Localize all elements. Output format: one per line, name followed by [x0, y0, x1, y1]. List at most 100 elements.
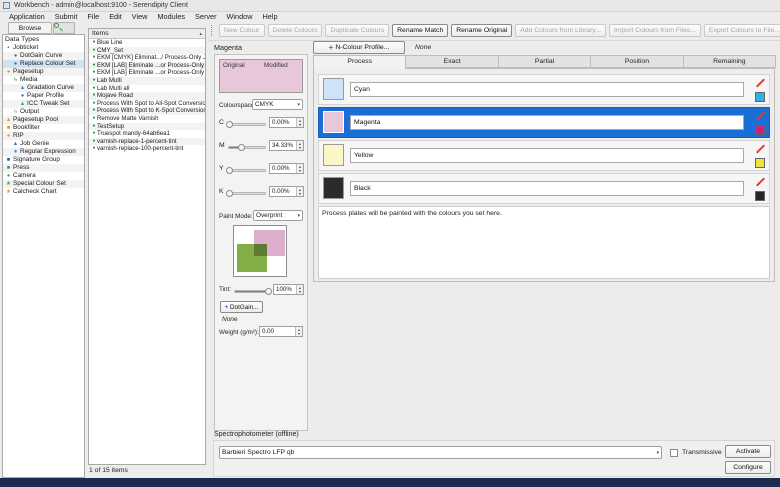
- tree-item[interactable]: ∗ Regular Expression: [3, 148, 84, 156]
- list-item[interactable]: Lab Multi all: [89, 85, 205, 93]
- tab[interactable]: Remaining: [682, 55, 777, 68]
- toolbar-button[interactable]: Rename Original: [451, 24, 513, 37]
- slider-handle[interactable]: [226, 121, 233, 128]
- toolbar-button[interactable]: Import Colours from Files...: [608, 24, 701, 37]
- spinner-buttons[interactable]: ▴ ▾: [296, 118, 303, 127]
- tree-item[interactable]: ▲ Job Genie: [3, 140, 84, 148]
- tree-item[interactable]: ↳ Output: [3, 108, 84, 116]
- toolbar-button[interactable]: Rename Match: [392, 24, 449, 37]
- toolbar-button[interactable]: New Colour: [219, 24, 265, 37]
- tree-item[interactable]: ■ Bookfilter: [3, 124, 84, 132]
- channel-value-field[interactable]: 0.00% ▴ ▾: [269, 163, 304, 174]
- toolbar-button[interactable]: Export Colours to File...: [703, 24, 780, 37]
- menu-item[interactable]: Application: [4, 12, 50, 22]
- list-item[interactable]: EKM [LAB] Eliminate ...or Process-Only J…: [89, 69, 205, 77]
- sort-ascending-icon[interactable]: ▴: [199, 31, 202, 37]
- spectro-device-select[interactable]: Barbieri Spectro LFP qb ▾: [219, 446, 662, 459]
- colour-chip[interactable]: [755, 92, 765, 102]
- tab[interactable]: Position: [590, 55, 684, 68]
- colour-chip[interactable]: [755, 125, 765, 135]
- tree-item[interactable]: ▲ ICC Tweak Set: [3, 100, 84, 108]
- weight-value-field[interactable]: 0.00 ▴ ▾: [259, 326, 303, 337]
- list-item[interactable]: Mojave Road: [89, 92, 205, 100]
- tree-item[interactable]: ▪ Jobticket: [3, 44, 84, 52]
- tree-item[interactable]: ■ Signature Group: [3, 156, 84, 164]
- slider-handle[interactable]: [226, 167, 233, 174]
- paint-mode-select[interactable]: Overprint ▾: [253, 210, 303, 221]
- menu-item[interactable]: Edit: [104, 12, 127, 22]
- menu-item[interactable]: View: [127, 12, 153, 22]
- colourspace-select[interactable]: CMYK ▾: [252, 99, 303, 110]
- edit-colour-icon[interactable]: [754, 176, 766, 187]
- channel-slider[interactable]: [228, 144, 266, 151]
- spinner-buttons[interactable]: ▴ ▾: [296, 164, 303, 173]
- colour-chip[interactable]: [755, 158, 765, 168]
- spinner-buttons[interactable]: ▴ ▾: [296, 285, 303, 294]
- menu-item[interactable]: File: [82, 12, 104, 22]
- toolbar-drag-handle[interactable]: [211, 25, 214, 36]
- list-item[interactable]: varnish-replace-1-percent-tint: [89, 137, 205, 146]
- n-colour-profile-button[interactable]: + N-Colour Profile...: [313, 41, 405, 54]
- colour-chip[interactable]: [755, 191, 765, 201]
- list-item[interactable]: Blue Line: [89, 39, 205, 47]
- tab[interactable]: Partial: [497, 55, 592, 68]
- tree-item[interactable]: ● DotGain Curve: [3, 52, 84, 60]
- list-item[interactable]: Truespot mandy-64ab6ea1: [89, 130, 205, 138]
- channel-slider[interactable]: [226, 167, 266, 174]
- list-item[interactable]: Remove Matte Varnish: [89, 115, 205, 123]
- toolbar-button[interactable]: Add Colours from Library...: [515, 24, 606, 37]
- channel-slider[interactable]: [226, 190, 266, 197]
- list-item[interactable]: EKM [CMYK] Eliminat.../ Process-Only Job…: [89, 54, 205, 62]
- spinner-buttons[interactable]: ▴ ▾: [296, 141, 303, 150]
- tab-browse[interactable]: Browse: [8, 22, 52, 34]
- tree-item[interactable]: ★ Calcheck Chart: [3, 188, 84, 196]
- edit-colour-icon[interactable]: [754, 110, 766, 121]
- list-item[interactable]: varnish-replace-100-percent-tint: [89, 145, 205, 153]
- menu-item[interactable]: Submit: [50, 12, 83, 22]
- spinner-buttons[interactable]: ▴ ▾: [295, 327, 302, 336]
- menu-item[interactable]: Modules: [152, 12, 190, 22]
- menu-item[interactable]: Server: [190, 12, 222, 22]
- slider-handle[interactable]: [238, 144, 246, 151]
- toolbar-button[interactable]: Delete Colours: [267, 24, 323, 37]
- channel-value-field[interactable]: 34.33% ▴ ▾: [269, 140, 304, 151]
- menu-item[interactable]: Help: [258, 12, 283, 22]
- tree-item[interactable]: ↳ Media: [3, 76, 84, 84]
- tint-value-field[interactable]: 100% ▴ ▾: [273, 284, 304, 295]
- tint-slider[interactable]: [234, 288, 272, 295]
- list-item[interactable]: Process With Spot to K-Spot Conversion: [89, 107, 205, 115]
- slider-handle[interactable]: [226, 190, 233, 197]
- configure-button[interactable]: Configure: [725, 461, 771, 474]
- list-item[interactable]: EKM [LAB] Eliminate ...or Process-Only J…: [89, 61, 205, 70]
- colour-name-input[interactable]: [350, 181, 744, 196]
- channel-slider[interactable]: [226, 121, 266, 128]
- tab[interactable]: Process: [313, 55, 407, 69]
- colour-name-input[interactable]: [350, 148, 744, 163]
- transmissive-checkbox[interactable]: [670, 449, 678, 457]
- edit-colour-icon[interactable]: [754, 143, 766, 154]
- toolbar-button[interactable]: Duplicate Colours: [325, 24, 390, 37]
- colour-row[interactable]: [318, 107, 770, 138]
- colour-name-input[interactable]: [350, 115, 744, 130]
- tree-item[interactable]: ▲ Pagesetup Pool: [3, 116, 84, 124]
- tree-item[interactable]: ● Camera: [3, 172, 84, 180]
- dotgain-button[interactable]: ● DotGain...: [220, 301, 264, 313]
- list-item[interactable]: Process With Spot to All-Spot Conversion: [89, 100, 205, 108]
- tree-item[interactable]: ● Paper Profile: [3, 92, 84, 100]
- colour-name-input[interactable]: [350, 82, 744, 97]
- tint-slider-handle[interactable]: [265, 288, 272, 295]
- list-item[interactable]: CMY_Set: [89, 46, 205, 55]
- menu-item[interactable]: Window: [222, 12, 258, 22]
- colour-row[interactable]: [318, 140, 770, 171]
- colour-row[interactable]: [318, 173, 770, 204]
- edit-colour-icon[interactable]: [754, 77, 766, 88]
- tree-item[interactable]: ▲ Gradation Curve: [3, 84, 84, 92]
- tab-search[interactable]: [53, 22, 75, 34]
- tree-item[interactable]: ● Replace Colour Set: [3, 60, 84, 68]
- colour-row[interactable]: [318, 74, 770, 105]
- list-item[interactable]: TestSetup: [89, 122, 205, 131]
- tree-item[interactable]: ■ Press: [3, 164, 84, 172]
- channel-value-field[interactable]: 0.00% ▴ ▾: [269, 186, 304, 197]
- tab[interactable]: Exact: [405, 55, 499, 68]
- list-item[interactable]: Lab Multi: [89, 76, 205, 85]
